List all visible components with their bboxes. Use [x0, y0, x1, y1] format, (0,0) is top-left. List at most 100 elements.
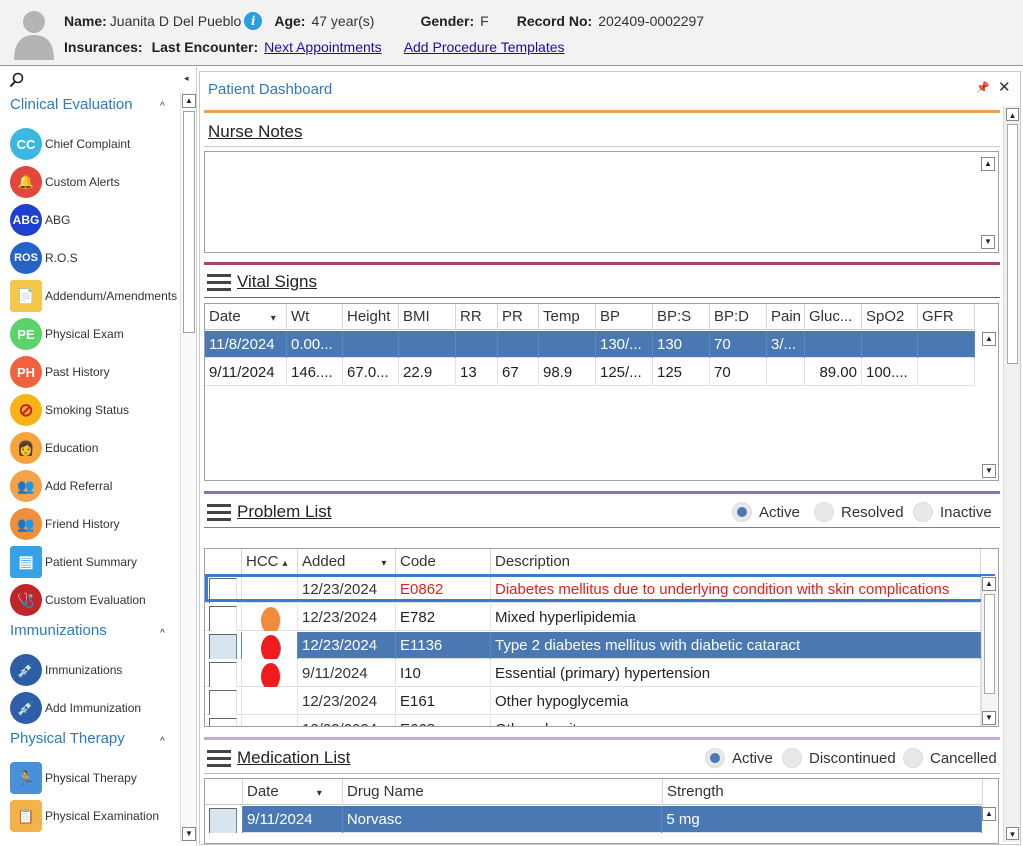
row-checkbox[interactable] — [209, 718, 237, 726]
section-immunizations[interactable]: Immunizations — [10, 622, 107, 639]
med-filter-cancelled-radio[interactable]: Cancelled — [903, 748, 997, 768]
row-checkbox[interactable] — [209, 690, 237, 715]
column-header-bp-d[interactable]: BP:D — [710, 304, 767, 330]
scroll-up-icon[interactable]: ▲ — [982, 577, 996, 591]
sidebar-item-addendum[interactable]: 📄 Addendum/Amendments — [10, 279, 180, 313]
sidebar-item-add-immunization[interactable]: 💉 Add Immunization — [10, 691, 180, 725]
column-header-added[interactable]: Added ▾ — [298, 549, 396, 575]
sidebar-item-immunizations[interactable]: 💉 Immunizations — [10, 653, 180, 687]
row-checkbox[interactable] — [209, 634, 237, 659]
column-header-bp-s[interactable]: BP:S — [653, 304, 710, 330]
sort-desc-icon[interactable]: ▾ — [271, 313, 276, 324]
close-icon[interactable]: ✕ — [998, 78, 1011, 96]
column-header-bmi[interactable]: BMI — [399, 304, 456, 330]
sidebar-item-education[interactable]: 👩 Education — [10, 431, 180, 465]
filter-resolved-radio[interactable]: Resolved — [814, 502, 904, 522]
column-header-rr[interactable]: RR — [456, 304, 498, 330]
medication-list-grid[interactable]: Date ▾ Drug Name Strength 9/11/2024 Norva… — [204, 778, 999, 844]
scroll-down-icon[interactable]: ▼ — [1006, 827, 1019, 840]
table-row[interactable]: 12/23/2024 E782 Mixed hyperlipidemia — [205, 604, 982, 631]
menu-icon[interactable] — [207, 750, 231, 767]
column-header-select[interactable] — [205, 549, 242, 575]
sidebar-item-friend-history[interactable]: 👥 Friend History — [10, 507, 180, 541]
collapse-caret-icon[interactable]: ^ — [160, 101, 165, 112]
column-header-bp[interactable]: BP — [596, 304, 653, 330]
search-icon[interactable] — [9, 72, 25, 88]
column-header-code[interactable]: Code — [396, 549, 491, 575]
column-header-height[interactable]: Height — [343, 304, 399, 330]
sidebar-item-physical-examination[interactable]: 📋 Physical Examination — [10, 799, 180, 833]
scrollbar-thumb[interactable] — [1007, 124, 1018, 364]
menu-icon[interactable] — [207, 274, 231, 291]
info-icon[interactable]: i — [244, 12, 263, 30]
section-clinical-evaluation[interactable]: Clinical Evaluation — [10, 96, 133, 113]
scroll-up-icon[interactable]: ▲ — [982, 332, 996, 346]
column-header-description[interactable]: Description — [491, 549, 981, 575]
sort-desc-icon[interactable]: ▾ — [381, 558, 386, 569]
column-header-spo2[interactable]: SpO2 — [862, 304, 918, 330]
add-procedure-templates-link[interactable]: Add Procedure Templates — [404, 39, 565, 55]
scroll-up-icon[interactable]: ▲ — [982, 807, 996, 821]
menu-icon[interactable] — [207, 504, 231, 521]
row-checkbox[interactable] — [209, 662, 237, 687]
filter-inactive-radio[interactable]: Inactive — [913, 502, 992, 522]
sort-desc-icon[interactable]: ▾ — [317, 788, 322, 799]
column-header-date[interactable]: Date ▾ — [243, 779, 343, 805]
sidebar-item-abg[interactable]: ABG ABG — [10, 203, 180, 237]
sidebar-item-ros[interactable]: ROS R.O.S — [10, 241, 180, 275]
scrollbar-thumb[interactable] — [183, 111, 195, 333]
collapse-caret-icon[interactable]: ^ — [160, 736, 165, 747]
row-checkbox[interactable] — [209, 808, 237, 833]
column-header-drug-name[interactable]: Drug Name — [343, 779, 663, 805]
problem-list-grid[interactable]: HCC ▴ Added ▾ Code Description 12/23/2024 … — [204, 548, 999, 727]
collapse-caret-icon[interactable]: ^ — [160, 628, 165, 639]
column-header-temp[interactable]: Temp — [539, 304, 596, 330]
next-appointments-link[interactable]: Next Appointments — [264, 39, 382, 55]
sidebar-scrollbar[interactable]: ▲ ▼ — [180, 93, 196, 842]
sidebar-item-past-history[interactable]: PH Past History — [10, 355, 180, 389]
row-checkbox[interactable] — [209, 606, 237, 631]
filter-active-radio[interactable]: Active — [732, 502, 800, 522]
table-row[interactable]: 12/23/2024 E1136 Type 2 diabetes mellitu… — [205, 632, 982, 659]
sidebar-item-physical-exam[interactable]: PE Physical Exam — [10, 317, 180, 351]
scroll-up-icon[interactable]: ▲ — [981, 157, 995, 171]
dashboard-scrollbar[interactable]: ▲ ▼ — [1003, 106, 1020, 842]
sidebar-item-custom-alerts[interactable]: 🔔 Custom Alerts — [10, 165, 180, 199]
table-row[interactable]: 12/23/2024 E668 Other obesity — [205, 716, 982, 726]
table-row[interactable]: 9/11/2024 I10 Essential (primary) hypert… — [205, 660, 982, 687]
sidebar-item-smoking-status[interactable]: ⊘ Smoking Status — [10, 393, 180, 427]
column-header-pain[interactable]: Pain — [767, 304, 805, 330]
sidebar-collapse-icon[interactable]: ◂ — [184, 73, 189, 84]
nurse-notes-textarea[interactable]: ▲ ▼ — [204, 151, 999, 253]
sidebar-item-add-referral[interactable]: 👥 Add Referral — [10, 469, 180, 503]
sidebar-item-chief-complaint[interactable]: CC Chief Complaint — [10, 127, 180, 161]
scrollbar-thumb[interactable] — [984, 594, 995, 694]
table-row[interactable]: 12/23/2024 E161 Other hypoglycemia — [205, 688, 982, 715]
sidebar-item-patient-summary[interactable]: ▤ Patient Summary — [10, 545, 180, 579]
column-header-pr[interactable]: PR — [498, 304, 539, 330]
scroll-down-icon[interactable]: ▼ — [182, 827, 196, 841]
column-header-glucose[interactable]: Gluc... — [805, 304, 862, 330]
vital-signs-grid[interactable]: Date ▾ Wt Height BMI RR PR Temp BP BP:S B… — [204, 303, 999, 481]
scroll-down-icon[interactable]: ▼ — [982, 464, 996, 478]
table-row[interactable]: 11/8/2024 0.00... 130/... 130 70 3/... — [205, 331, 975, 358]
scroll-down-icon[interactable]: ▼ — [981, 235, 995, 249]
table-row[interactable]: 9/11/2024 Norvasc 5 mg — [205, 806, 982, 833]
column-header-wt[interactable]: Wt — [287, 304, 343, 330]
table-row[interactable]: 9/11/2024 146.... 67.0... 22.9 13 67 98.… — [205, 359, 975, 386]
pin-icon[interactable]: 📌 — [976, 81, 990, 94]
med-filter-active-radio[interactable]: Active — [705, 748, 773, 768]
scroll-up-icon[interactable]: ▲ — [1006, 108, 1019, 121]
column-header-date[interactable]: Date ▾ — [205, 304, 287, 330]
problem-list-scrollbar[interactable]: ▲ ▼ — [981, 576, 997, 726]
scroll-up-icon[interactable]: ▲ — [182, 94, 196, 108]
sort-asc-icon[interactable]: ▴ — [283, 558, 288, 569]
section-physical-therapy[interactable]: Physical Therapy — [10, 730, 125, 747]
column-header-strength[interactable]: Strength — [663, 779, 983, 805]
column-header-hcc[interactable]: HCC ▴ — [242, 549, 298, 575]
med-filter-discontinued-radio[interactable]: Discontinued — [782, 748, 896, 768]
column-header-gfr[interactable]: GFR — [918, 304, 975, 330]
column-header-select[interactable] — [205, 779, 243, 805]
sidebar-item-physical-therapy[interactable]: 🏃 Physical Therapy — [10, 761, 180, 795]
sidebar-item-custom-evaluation[interactable]: 🩺 Custom Evaluation — [10, 583, 180, 617]
